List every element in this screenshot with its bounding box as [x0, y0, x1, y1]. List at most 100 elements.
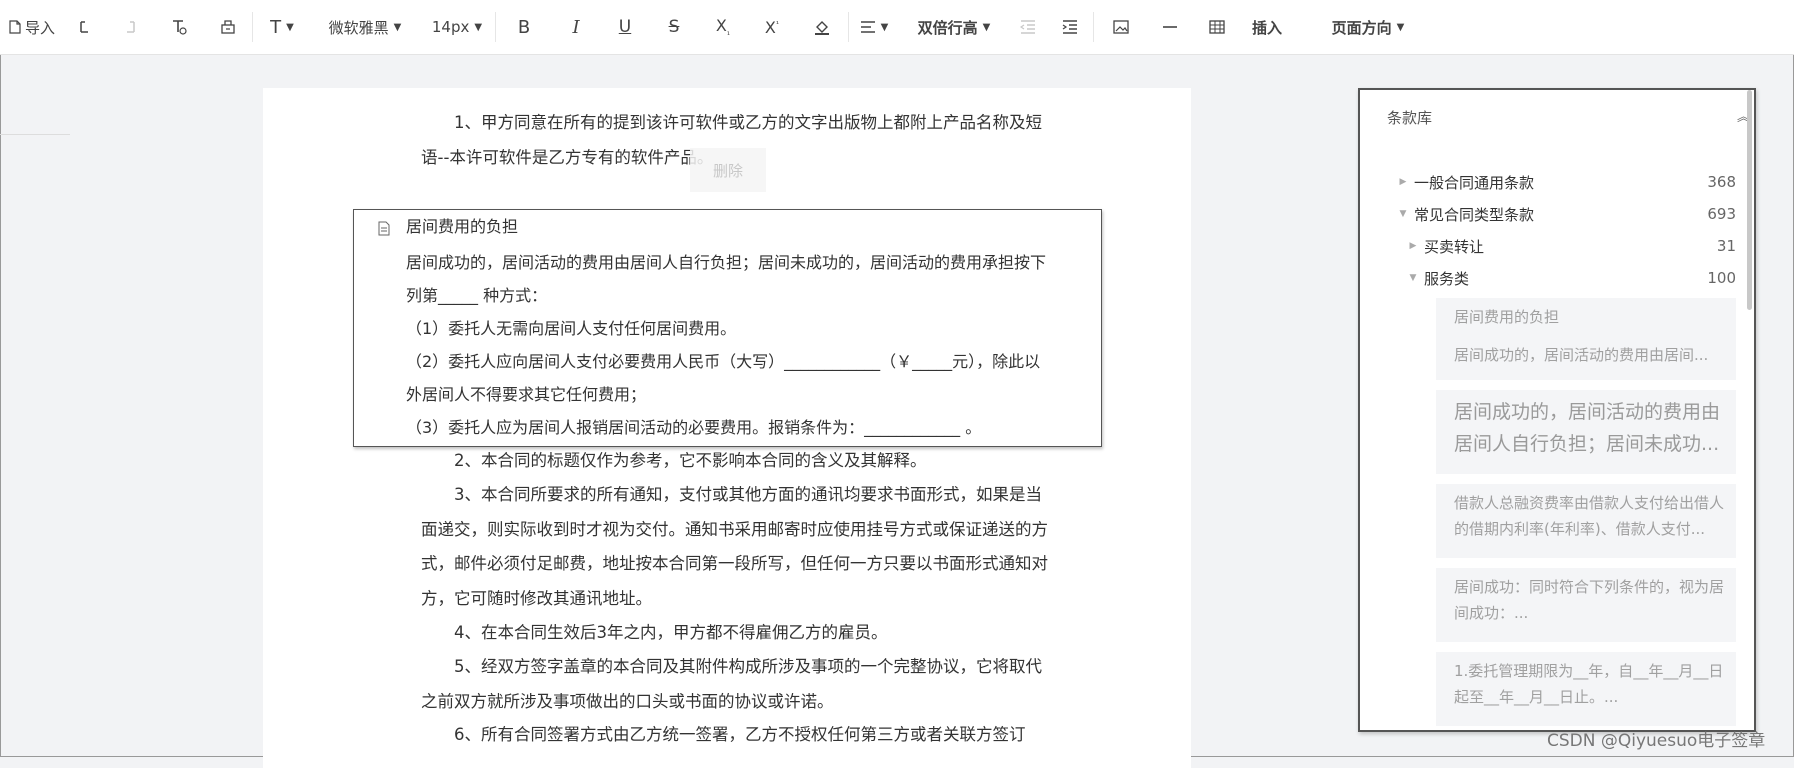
- insert-table-button[interactable]: [1192, 0, 1242, 54]
- strikethrough-icon: S: [668, 17, 680, 37]
- file-icon: [9, 20, 21, 34]
- watermark: CSDN @Qiyuesuo电子签章: [1547, 731, 1766, 751]
- chevron-down-icon: ▼: [393, 21, 402, 33]
- clause-line: （3）委托人应为居间人报销居间活动的必要费用。报销条件为：___________…: [406, 418, 982, 437]
- format-painter-button[interactable]: [204, 0, 252, 54]
- tree-item-services[interactable]: ▼ 服务类 100: [1406, 262, 1736, 294]
- clear-format-button[interactable]: [154, 0, 204, 54]
- clause-block[interactable]: 居间费用的负担 居间成功的，居间活动的费用由居间人自行负担；居间未成功的，居间活…: [353, 209, 1102, 447]
- align-dropdown[interactable]: ▼: [849, 0, 899, 54]
- chevron-right-icon: ▶: [1399, 177, 1407, 187]
- font-family-select[interactable]: 微软雅黑 ▼: [311, 0, 419, 54]
- left-divider: [0, 134, 70, 135]
- outdent-button[interactable]: [1009, 0, 1047, 54]
- clause-line: （1）委托人无需向居间人支付任何居间费用。: [406, 319, 737, 338]
- tree-item-label: 常见合同类型条款: [1414, 205, 1535, 224]
- chevron-down-icon: ▼: [1399, 209, 1407, 219]
- bold-icon: B: [517, 16, 531, 38]
- horizontal-line-icon: [1163, 26, 1177, 28]
- text-style-dropdown[interactable]: T ▼: [253, 0, 311, 54]
- font-size-select[interactable]: 14px ▼: [419, 0, 495, 54]
- font-family-value: 微软雅黑: [328, 18, 389, 37]
- tree-item-label: 买卖转让: [1424, 237, 1485, 256]
- tree-item-label: 一般合同通用条款: [1414, 173, 1535, 192]
- image-icon: [1113, 20, 1129, 34]
- indent-button[interactable]: [1047, 0, 1093, 54]
- bold-button[interactable]: B: [496, 0, 552, 54]
- chevron-right-icon: ▶: [1409, 241, 1417, 251]
- paragraph-3[interactable]: 3、本合同所要求的所有通知，支付或其他方面的通讯均要求书面形式，如果是当面递交，…: [421, 478, 1056, 616]
- superscript-icon: X¹: [764, 17, 780, 37]
- clause-library-panel: 条款库 ︽ ▶ 一般合同通用条款 368 ▼ 常见合同类型条款 693 ▶ 买卖转让 31 …: [1358, 88, 1756, 732]
- undo-icon: [80, 21, 88, 33]
- paragraph-4[interactable]: 4、在本合同生效后3年之内，甲方都不得雇佣乙方的雇员。: [421, 616, 1056, 651]
- fill-color-button[interactable]: [796, 0, 848, 54]
- line-spacing-select[interactable]: 双倍行高 ▼: [899, 0, 1009, 54]
- card-text: 居间成功的，居间活动的费用由居间...: [1454, 346, 1709, 364]
- card-text: 居间成功的，居间活动的费用由居间人自行负担；居间未成功...: [1454, 401, 1721, 455]
- delete-tooltip[interactable]: 删除: [690, 148, 766, 192]
- card-text: 居间成功：同时符合下列条件的，视为居间成功：...: [1454, 578, 1725, 622]
- tree-item-label: 服务类: [1424, 269, 1470, 288]
- tree-item-count: 693: [1707, 205, 1736, 223]
- document-icon: [378, 221, 390, 236]
- tree-item-count: 31: [1716, 237, 1736, 255]
- clause-line: （2）委托人应向居间人支付必要费用人民币（大写）____________（￥__…: [406, 352, 1041, 404]
- card-text: 借款人总融资费率由借款人支付给出借人的借期内利率(年利率)、借款人支付...: [1454, 494, 1725, 538]
- italic-icon: I: [572, 16, 580, 38]
- insert-image-button[interactable]: [1094, 0, 1148, 54]
- horizontal-rule-button[interactable]: [1148, 0, 1192, 54]
- undo-button[interactable]: [64, 0, 106, 54]
- chevron-down-icon: ▼: [880, 21, 889, 33]
- page-direction-label: 页面方向: [1331, 18, 1392, 37]
- table-icon: [1209, 20, 1225, 34]
- format-painter-icon: [221, 20, 235, 34]
- tree-item-common-types[interactable]: ▼ 常见合同类型条款 693: [1396, 198, 1736, 230]
- redo-icon: [127, 21, 135, 33]
- clause-card[interactable]: 居间费用的负担 居间成功的，居间活动的费用由居间...: [1436, 298, 1736, 380]
- paragraph-6[interactable]: 6、所有合同签署方式由乙方统一签署，乙方不授权任何第三方或者关联方签订: [421, 718, 1056, 753]
- tree-item-count: 368: [1707, 173, 1736, 191]
- chevron-down-icon: ▼: [1409, 273, 1417, 283]
- underline-icon: U: [618, 17, 632, 37]
- clause-title: 居间费用的负担: [406, 217, 519, 236]
- align-left-icon: [860, 21, 875, 33]
- editor-toolbar: 导入 T ▼ 微软雅黑 ▼ 14px ▼ B I U S X₁ X¹ ▼ 双倍行高 ▼: [0, 0, 1794, 55]
- superscript-button[interactable]: X¹: [748, 0, 796, 54]
- clear-format-icon: [173, 20, 187, 35]
- panel-title: 条款库: [1387, 109, 1433, 127]
- import-button[interactable]: 导入: [0, 0, 64, 54]
- import-label: 导入: [24, 18, 55, 37]
- clause-card[interactable]: 居间成功的，居间活动的费用由居间人自行负担；居间未成功...: [1436, 390, 1736, 474]
- clause-card[interactable]: 1.委托管理期限为__年，自__年__月__日起至__年__月__日止。...: [1436, 652, 1736, 726]
- chevron-down-icon: ▼: [474, 21, 483, 33]
- page-direction-select[interactable]: 页面方向 ▼: [1306, 0, 1430, 54]
- tree-item-general[interactable]: ▶ 一般合同通用条款 368: [1396, 166, 1736, 198]
- clause-body: 居间成功的，居间活动的费用由居间人自行负担；居间未成功的，居间活动的费用承担按下…: [406, 246, 1046, 444]
- tree-item-sale-transfer[interactable]: ▶ 买卖转让 31: [1406, 230, 1736, 262]
- paragraph-2[interactable]: 2、本合同的标题仅作为参考，它不影响本合同的含义及其解释。: [421, 444, 1056, 479]
- insert-button[interactable]: 插入: [1242, 0, 1292, 54]
- clause-card[interactable]: 居间成功：同时符合下列条件的，视为居间成功：...: [1436, 568, 1736, 642]
- card-text: 1.委托管理期限为__年，自__年__月__日起至__年__月__日止。...: [1454, 662, 1724, 706]
- text-t-icon: T: [270, 16, 282, 38]
- tree-item-count: 100: [1707, 269, 1736, 287]
- clause-card[interactable]: 借款人总融资费率由借款人支付给出借人的借期内利率(年利率)、借款人支付...: [1436, 484, 1736, 558]
- redo-button[interactable]: [106, 0, 154, 54]
- paint-bucket-icon: [815, 21, 829, 35]
- italic-button[interactable]: I: [552, 0, 600, 54]
- chevron-down-icon: ▼: [286, 21, 294, 33]
- underline-button[interactable]: U: [600, 0, 650, 54]
- insert-label: 插入: [1251, 18, 1282, 37]
- chevron-down-icon: ▼: [1396, 21, 1405, 33]
- scrollbar[interactable]: [1747, 90, 1752, 310]
- subscript-button[interactable]: X₁: [698, 0, 748, 54]
- strikethrough-button[interactable]: S: [650, 0, 698, 54]
- subscript-icon: X₁: [715, 16, 731, 38]
- font-size-value: 14px: [431, 18, 470, 36]
- chevron-down-icon: ▼: [982, 21, 991, 33]
- line-spacing-value: 双倍行高: [917, 18, 978, 37]
- paragraph-5[interactable]: 5、经双方签字盖章的本合同及其附件构成所涉及事项的一个完整协议，它将取代之前双方…: [421, 650, 1056, 719]
- outdent-icon: [1020, 20, 1035, 34]
- card-title: 居间费用的负担: [1454, 308, 1560, 326]
